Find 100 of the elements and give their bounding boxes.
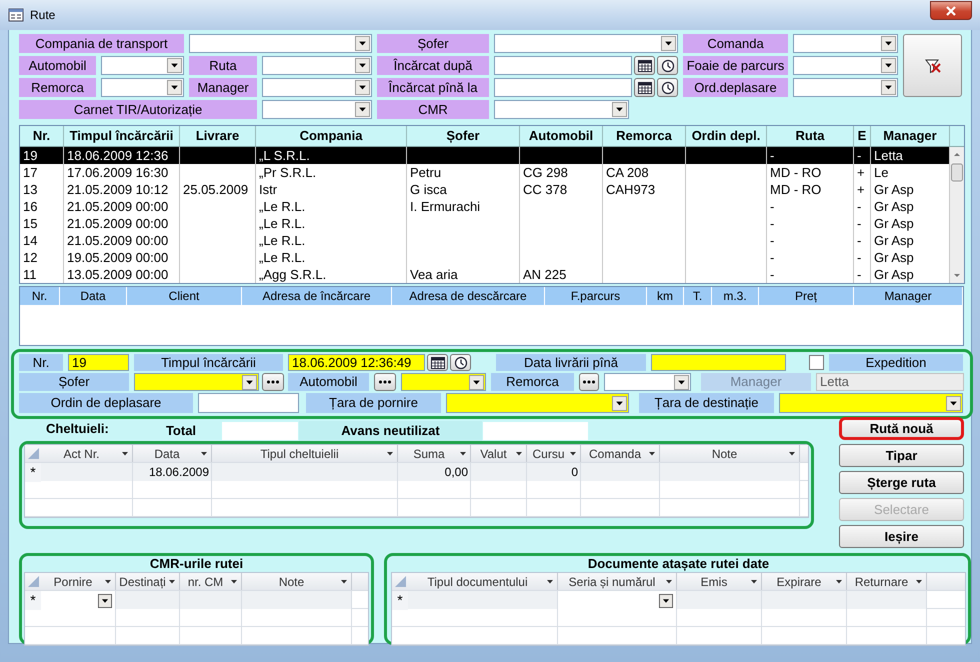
date-field[interactable] (494, 56, 632, 75)
column-header[interactable]: Emis (677, 573, 762, 590)
caret-icon[interactable] (569, 451, 577, 456)
caret-icon[interactable] (515, 451, 523, 456)
more-button[interactable] (579, 373, 599, 391)
caret-icon[interactable] (230, 579, 238, 584)
caret-icon[interactable] (546, 579, 554, 584)
dropdown-field[interactable] (101, 56, 184, 75)
dropdown-icon[interactable] (661, 36, 676, 51)
column-header[interactable]: km (647, 287, 684, 305)
column-header[interactable]: Destinați (116, 573, 180, 590)
dropdown-field[interactable] (793, 56, 898, 75)
more-button[interactable] (374, 373, 396, 391)
dropdown-field[interactable] (189, 34, 372, 53)
text-field[interactable] (198, 393, 299, 413)
column-header[interactable]: Valut (471, 445, 527, 462)
clear-filter-button[interactable] (903, 34, 962, 97)
column-header[interactable]: Adresa de încărcare (242, 287, 392, 305)
text-field[interactable]: 19 (68, 354, 129, 371)
column-header[interactable]: Comanda (581, 445, 660, 462)
dropdown-icon[interactable] (612, 102, 627, 117)
dropdown-field[interactable] (262, 100, 372, 119)
dropdown-icon[interactable] (97, 594, 113, 608)
caret-icon[interactable] (121, 451, 129, 456)
column-header[interactable]: Tipul cheltuielii (212, 445, 398, 462)
dropdown-field[interactable] (779, 393, 963, 413)
column-header[interactable]: Suma (398, 445, 471, 462)
dropdown-icon[interactable] (658, 594, 674, 608)
column-header[interactable]: Pornire (41, 573, 116, 590)
table-row[interactable]: 14 21.05.2009 00:00 „Le R.L. - - Gr Asp (20, 232, 950, 249)
table-row[interactable]: 19 18.06.2009 12:36 „L S.R.L. - - Letta (20, 147, 950, 164)
caret-icon[interactable] (665, 579, 673, 584)
column-header[interactable]: Tipul documentului (408, 573, 558, 590)
dropdown-field[interactable] (262, 56, 372, 75)
column-header[interactable]: Cursu (527, 445, 581, 462)
caret-icon[interactable] (200, 451, 208, 456)
dropdown-field[interactable] (101, 78, 184, 97)
column-header[interactable]: nr. CM (180, 573, 242, 590)
dropdown-field[interactable] (793, 34, 898, 53)
dropdown-field[interactable] (604, 373, 691, 391)
column-header[interactable]: Client (127, 287, 242, 305)
date-field[interactable] (494, 78, 632, 97)
column-header[interactable]: Manager (871, 126, 950, 146)
dropdown-field[interactable] (401, 373, 486, 391)
dropdown-icon[interactable] (355, 102, 370, 117)
caret-icon[interactable] (168, 579, 176, 584)
column-header[interactable]: Timpul încărcării (64, 126, 180, 146)
column-header[interactable]: Note (242, 573, 352, 590)
column-header[interactable]: Data (133, 445, 212, 462)
dropdown-icon[interactable] (612, 396, 627, 410)
dropdown-field[interactable] (134, 373, 259, 391)
more-button[interactable] (262, 373, 284, 391)
column-header[interactable]: F.parcurs (545, 287, 647, 305)
table-row[interactable]: 16 21.05.2009 00:00 „Le R.L. I. Ermurachi - - Gr Asp (20, 198, 950, 215)
column-header[interactable]: Compania (256, 126, 407, 146)
column-header[interactable]: m.3. (712, 287, 759, 305)
column-header[interactable]: Șofer (407, 126, 520, 146)
column-header[interactable]: Nr. (20, 126, 64, 146)
caret-icon[interactable] (386, 451, 394, 456)
table-row[interactable]: 17 17.06.2009 16:30 „Pr S.R.L. Petru CG 298 CA 208 MD - RO + Le (20, 164, 950, 181)
table-row[interactable]: 11 13.05.2009 00:00 „Agg S.R.L. Vea aria AN 225 - - Gr Asp (20, 266, 950, 283)
caret-icon[interactable] (788, 451, 796, 456)
column-header[interactable]: Remorca (603, 126, 686, 146)
table-row[interactable]: 15 21.05.2009 00:00 „Le R.L. - - Gr Asp (20, 215, 950, 232)
calendar-button[interactable] (634, 56, 655, 75)
dropdown-icon[interactable] (469, 374, 484, 390)
column-header[interactable]: Ordin depl. (686, 126, 767, 146)
column-header[interactable]: Act Nr. (41, 445, 133, 462)
table-row[interactable]: 12 19.05.2009 00:00 „Le R.L. - - Gr Asp (20, 249, 950, 266)
dropdown-field[interactable] (262, 78, 372, 97)
action-button[interactable]: Șterge ruta (839, 471, 964, 494)
dropdown-field[interactable] (494, 100, 629, 119)
caret-icon[interactable] (835, 579, 843, 584)
clock-button[interactable] (450, 354, 471, 371)
checkbox[interactable] (809, 355, 824, 370)
column-header[interactable]: Seria și numărul (558, 573, 677, 590)
action-button[interactable]: Ieșire (839, 525, 964, 548)
dropdown-icon[interactable] (881, 36, 896, 51)
dropdown-icon[interactable] (946, 396, 961, 410)
action-button[interactable]: Rută nouă (839, 417, 964, 440)
column-header[interactable]: Livrare (180, 126, 256, 146)
dropdown-icon[interactable] (881, 58, 896, 73)
caret-icon[interactable] (340, 579, 348, 584)
table-row[interactable]: 13 21.05.2009 10:12 25.05.2009 Istr G isca CC 378 CAH973 MD - RO + Gr Asp (20, 181, 950, 198)
column-header[interactable]: Expirare (762, 573, 847, 590)
clock-button[interactable] (657, 78, 678, 97)
column-header[interactable]: Preț (759, 287, 854, 305)
dropdown-icon[interactable] (167, 58, 182, 73)
column-header[interactable]: Ruta (767, 126, 854, 146)
column-header[interactable]: Returnare (847, 573, 927, 590)
column-header[interactable]: E (854, 126, 871, 146)
dropdown-icon[interactable] (355, 58, 370, 73)
dropdown-icon[interactable] (355, 80, 370, 95)
column-header[interactable]: Automobil (520, 126, 603, 146)
dropdown-field[interactable] (793, 78, 898, 97)
scrollbar[interactable] (950, 147, 964, 283)
column-header[interactable]: Manager (854, 287, 963, 305)
column-header[interactable]: Note (660, 445, 800, 462)
text-field[interactable] (651, 354, 786, 371)
column-header[interactable]: Adresa de descărcare (392, 287, 545, 305)
